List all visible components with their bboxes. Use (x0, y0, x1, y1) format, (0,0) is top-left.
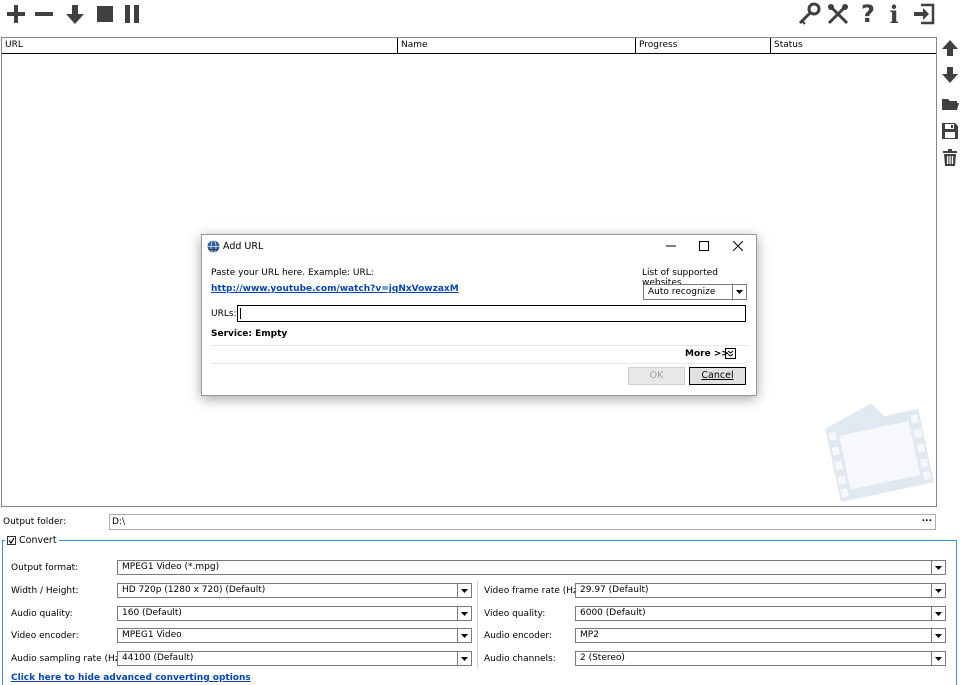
audio-encoder-label: Audio encoder: (484, 631, 552, 641)
trash-icon[interactable] (940, 148, 960, 168)
video-encoder-label: Video encoder: (11, 631, 79, 641)
width-height-select[interactable]: HD 720p (1280 x 720) (Default) (117, 583, 472, 598)
help-icon[interactable]: ? (856, 0, 880, 28)
audio-channels-label: Audio channels: (484, 654, 556, 664)
audio-sampling-rate-value: 44100 (Default) (122, 653, 194, 663)
output-format-value: MPEG1 Video (*.mpg) (122, 562, 220, 572)
convert-checkbox[interactable] (7, 535, 16, 545)
output-format-select[interactable]: MPEG1 Video (*.mpg) (117, 560, 946, 575)
list-header: URL Name Progress Status (2, 38, 936, 54)
maximize-icon[interactable] (687, 235, 721, 257)
output-folder-input[interactable]: D:\ ... (109, 514, 936, 530)
convert-label: Convert (19, 534, 57, 546)
globe-icon (207, 240, 220, 253)
output-folder-label: Output folder: (3, 517, 67, 527)
video-quality-value: 6000 (Default) (580, 608, 646, 618)
add-icon[interactable] (4, 2, 28, 26)
text-cursor (240, 308, 241, 319)
audio-sampling-rate-select[interactable]: 44100 (Default) (117, 651, 472, 666)
audio-channels-value: 2 (Stereo) (580, 653, 625, 663)
chevron-down-icon (457, 584, 471, 597)
add-url-dialog: Add URL Paste your URL here. Example: UR… (201, 234, 757, 396)
column-url[interactable]: URL (2, 38, 398, 53)
chevron-down-icon (457, 607, 471, 620)
video-frame-rate-value: 29.97 (Default) (580, 585, 649, 595)
output-folder-value: D:\ (112, 517, 125, 527)
chevron-down-icon (931, 584, 945, 597)
audio-quality-label: Audio quality: (11, 609, 73, 619)
more-label[interactable]: More >> (685, 349, 729, 359)
audio-quality-value: 160 (Default) (122, 608, 182, 618)
more-panel: More >> (211, 345, 747, 364)
chevron-down-icon (931, 652, 945, 665)
remove-icon[interactable] (32, 2, 56, 26)
column-progress[interactable]: Progress (636, 38, 771, 53)
cancel-button[interactable]: Cancel (689, 367, 746, 385)
service-status: Service: Empty (211, 329, 288, 339)
column-name[interactable]: Name (398, 38, 636, 53)
service-select-value: Auto recognize (648, 287, 716, 297)
folder-icon[interactable] (940, 94, 960, 114)
move-down-icon[interactable] (940, 65, 960, 85)
convert-header: Convert (5, 534, 59, 546)
video-frame-rate-select[interactable]: 29.97 (Default) (575, 583, 946, 598)
width-height-value: HD 720p (1280 x 720) (Default) (122, 585, 266, 595)
audio-encoder-select[interactable]: MP2 (575, 628, 946, 643)
urls-input[interactable] (237, 305, 746, 322)
chevron-down-icon (931, 629, 945, 642)
dialog-title: Add URL (223, 241, 264, 252)
width-height-label: Width / Height: (11, 586, 79, 596)
chevron-down-icon (931, 607, 945, 620)
chevron-down-icon (457, 629, 471, 642)
chevron-down-icon (457, 652, 471, 665)
download-arrow-icon[interactable] (63, 2, 87, 26)
audio-quality-select[interactable]: 160 (Default) (117, 606, 472, 621)
example-url-link[interactable]: http://www.youtube.com/watch?v=jqNxVowza… (211, 284, 459, 294)
url-hint: Paste your URL here. Example: URL: (211, 268, 374, 278)
ok-button[interactable]: OK (628, 367, 685, 385)
column-status[interactable]: Status (771, 38, 936, 53)
minimize-icon[interactable] (654, 235, 688, 257)
close-icon[interactable] (721, 235, 755, 257)
key-icon[interactable] (797, 2, 821, 26)
video-quality-label: Video quality: (484, 609, 546, 619)
dialog-titlebar[interactable]: Add URL (202, 235, 756, 257)
chevron-down-icon (931, 561, 945, 574)
video-encoder-value: MPEG1 Video (122, 630, 182, 640)
output-format-label: Output format: (11, 563, 79, 573)
info-icon[interactable]: i (882, 0, 906, 29)
hide-advanced-options-link[interactable]: Click here to hide advanced converting o… (11, 673, 251, 683)
expand-icon[interactable] (725, 348, 736, 359)
audio-sampling-rate-label: Audio sampling rate (Hz): (11, 654, 127, 664)
tools-icon[interactable] (826, 2, 850, 26)
video-quality-select[interactable]: 6000 (Default) (575, 606, 946, 621)
chevron-down-icon (732, 285, 746, 299)
video-frame-rate-label: Video frame rate (Hz): (484, 586, 585, 596)
move-up-icon[interactable] (940, 38, 960, 58)
film-watermark-icon (825, 403, 934, 502)
service-select[interactable]: Auto recognize (643, 284, 747, 300)
pause-icon[interactable] (120, 2, 144, 26)
urls-label: URLs: (211, 309, 237, 319)
exit-icon[interactable] (912, 2, 936, 26)
column-divider (477, 581, 478, 668)
stop-icon[interactable] (93, 2, 117, 26)
video-encoder-select[interactable]: MPEG1 Video (117, 628, 472, 643)
audio-channels-select[interactable]: 2 (Stereo) (575, 651, 946, 666)
browse-button[interactable]: ... (922, 512, 932, 526)
audio-encoder-value: MP2 (580, 630, 599, 640)
save-icon[interactable] (940, 121, 960, 141)
